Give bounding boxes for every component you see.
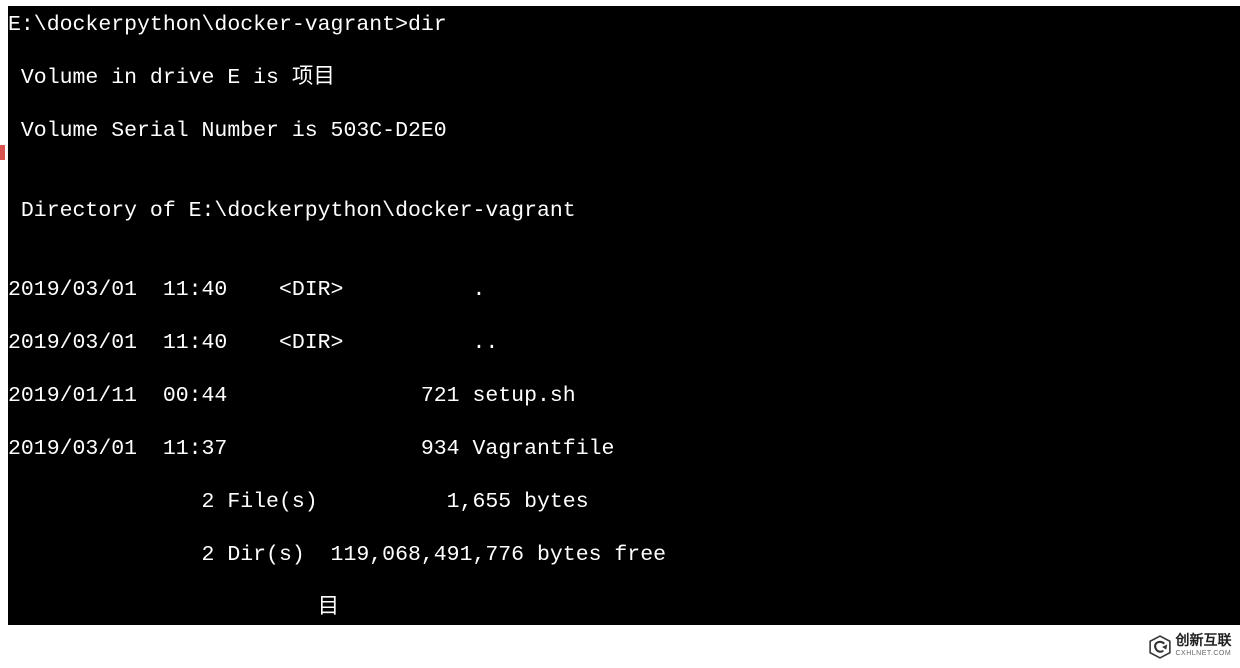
terminal-output[interactable]: E:\dockerpython\docker-vagrant>dir Volum… <box>8 6 1240 625</box>
terminal-line: 2019/03/01 11:40 <DIR> . <box>8 277 1240 304</box>
terminal-line: 2019/03/01 11:40 <DIR> .. <box>8 330 1240 357</box>
left-edge-accent <box>0 145 5 160</box>
watermark-text: 创新互联 CXHLNET.COM <box>1176 633 1232 661</box>
terminal-line: Volume in drive E is 项目 <box>8 65 1240 92</box>
watermark-logo-icon <box>1147 634 1173 660</box>
terminal-line: Directory of E:\dockerpython\docker-vagr… <box>8 198 1240 225</box>
terminal-line: 2 File(s) 1,655 bytes <box>8 489 1240 516</box>
watermark-brand: 创新互联 <box>1176 632 1232 648</box>
terminal-line: 2019/03/01 11:37 934 Vagrantfile <box>8 436 1240 463</box>
terminal-line: 2 Dir(s) 119,068,491,776 bytes free <box>8 542 1240 569</box>
terminal-line: E:\dockerpython\docker-vagrant>dir <box>8 12 1240 39</box>
watermark-badge: 创新互联 CXHLNET.COM <box>1138 626 1240 668</box>
watermark-sub: CXHLNET.COM <box>1176 647 1232 661</box>
terminal-line: 目 <box>8 595 1240 622</box>
terminal-line: 2019/01/11 00:44 721 setup.sh <box>8 383 1240 410</box>
terminal-line: Volume Serial Number is 503C-D2E0 <box>8 118 1240 145</box>
